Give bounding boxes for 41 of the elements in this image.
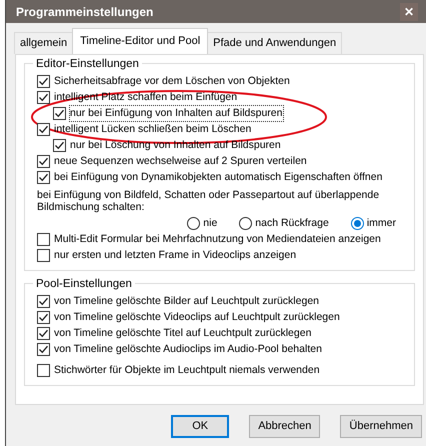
checkbox-label: von Timeline gelöschte Titel auf Leuchtpult zurücklegen [54, 326, 312, 341]
radio-button[interactable] [350, 216, 364, 230]
checkbox-label: Stichwörter für Objekte im Leuchtpult niemals verwenden [54, 362, 320, 378]
checkbox[interactable] [37, 123, 50, 136]
checkbox-label: nur bei Einfügung von Inhalten auf Bildspuren [70, 106, 282, 122]
checkbox[interactable] [37, 364, 50, 378]
checkbox[interactable] [37, 327, 50, 340]
tab[interactable]: allgemein [14, 32, 74, 54]
checkbox[interactable] [37, 233, 50, 246]
checkbox[interactable] [37, 171, 50, 184]
checkbox[interactable] [53, 139, 66, 152]
dialog-button[interactable]: OK [171, 414, 230, 438]
checkbox[interactable] [37, 75, 50, 88]
checkbox-label: nur ersten und letzten Frame in Videoclips anzeigen [54, 248, 296, 263]
checkbox-label: bei Einfügung von Dynamikobjekten automatisch Eigenschaften öffnen [54, 170, 382, 185]
tab[interactable]: Timeline-Editor und Pool [72, 28, 208, 54]
checkbox[interactable] [37, 155, 50, 168]
close-button[interactable]: ✕ [400, 2, 418, 20]
checkbox-label: intelligent Lücken schließen beim Löschen [54, 122, 252, 137]
checkbox-label: Sicherheitsabfrage vor dem Löschen von Objekten [54, 74, 290, 89]
radio-label: immer [366, 216, 396, 230]
checkbox[interactable] [37, 91, 50, 104]
radio-button[interactable] [239, 216, 252, 230]
radio-button[interactable] [187, 216, 200, 230]
tab[interactable]: Pfade und Anwendungen [207, 32, 342, 54]
option-label: bei Einfügung von Bildfeld, Schatten oder Passepartout auf überlappende Bildmischung schalten: [37, 188, 380, 214]
dialog-button[interactable]: Abbrechen [249, 414, 320, 438]
checkbox[interactable] [37, 343, 50, 356]
checkbox-label: von Timeline gelöschte Audioclips im Audio-Pool behalten [54, 342, 322, 357]
checkbox[interactable] [37, 311, 50, 324]
window-title: Programmeinstellungen [16, 4, 154, 20]
checkbox-label: von Timeline gelöschte Bilder auf Leuchtpult zurücklegen [54, 294, 319, 309]
radio-label: nach Rückfrage [255, 216, 329, 230]
checkbox[interactable] [37, 295, 50, 308]
checkbox-label: von Timeline gelöschte Videoclips auf Leuchtpult zurücklegen [54, 310, 340, 325]
dialog-button[interactable]: Übernehmen [340, 414, 422, 438]
radio-label: nie [203, 216, 218, 230]
checkbox[interactable] [37, 249, 50, 262]
checkbox-label: neue Sequenzen wechselweise auf 2 Spuren verteilen [54, 154, 307, 169]
checkbox-label: Multi-Edit Formular bei Mehrfachnutzung von Mediendateien anzeigen [54, 232, 381, 247]
checkbox[interactable] [53, 107, 66, 120]
